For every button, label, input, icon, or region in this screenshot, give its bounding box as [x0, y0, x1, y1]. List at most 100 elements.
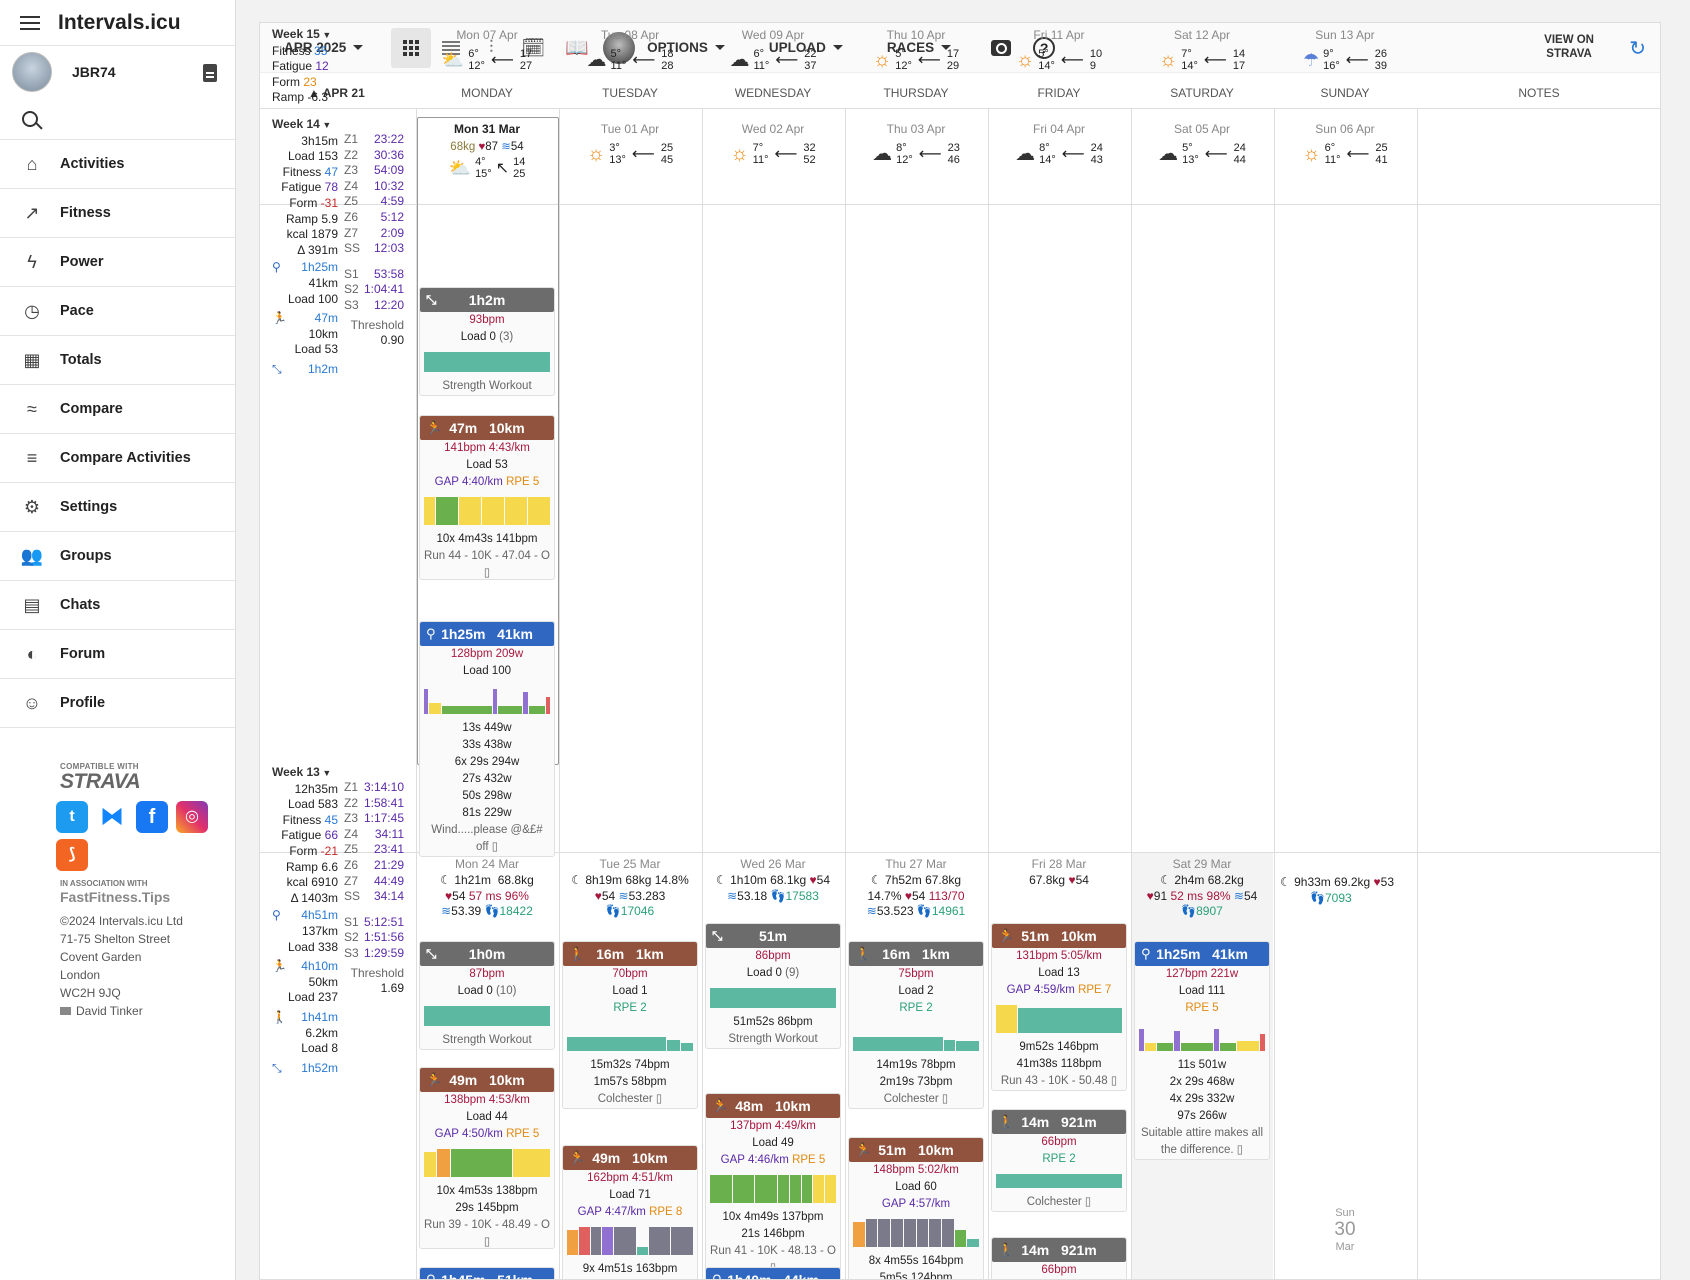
- day-date[interactable]: Sun 06 Apr: [1274, 122, 1416, 136]
- day-date[interactable]: Thu 03 Apr: [845, 122, 987, 136]
- weather-forecast[interactable]: ⛅ 4° 15° ↖ 14 25: [416, 156, 558, 180]
- activity-chart[interactable]: [567, 1023, 694, 1051]
- day-date[interactable]: Sat 29 Mar: [1131, 857, 1273, 871]
- activity-header[interactable]: 🏃 49m 10km: [420, 1068, 554, 1092]
- activity-header[interactable]: ⚲ 1h40m 44km: [706, 1268, 840, 1279]
- menu-icon[interactable]: [20, 15, 40, 30]
- activity-card[interactable]: 🏃 49m 10km 138bpm 4:53/km Load 44 GAP 4:50/k…: [419, 1067, 555, 1249]
- wellness-row[interactable]: ☾ 7h52m 67.8kg 14.7% ♥54 113/70 ≋53.523 👣1…: [845, 873, 987, 920]
- activity-card[interactable]: 🏃 47m 10km 141bpm 4:43/km Load 53 GAP 4:40/k…: [419, 415, 555, 580]
- activity-chart[interactable]: [424, 686, 551, 714]
- strava-logo[interactable]: STRAVA: [60, 771, 235, 793]
- day-date[interactable]: Mon 31 Mar: [416, 122, 558, 136]
- activity-header[interactable]: ⤡ 1h0m: [420, 942, 554, 966]
- activity-chart[interactable]: [424, 1149, 550, 1177]
- activity-card[interactable]: 🚶 16m 1km 75bpm Load 2 RPE 2 14m19s 78bpm 2m19…: [848, 941, 984, 1109]
- nav-item-chats[interactable]: ▤ Chats: [0, 581, 235, 630]
- map-icon[interactable]: ▯: [1237, 1144, 1243, 1156]
- activity-header[interactable]: 🚶 16m 1km: [849, 942, 983, 966]
- activity-header[interactable]: 🏃 51m 10km: [992, 924, 1126, 948]
- weather-forecast[interactable]: ☁ 8° 12° ⟵ 23 46: [845, 142, 987, 166]
- activity-chart[interactable]: [710, 988, 836, 1008]
- weather-forecast[interactable]: ☼ 6° 11° ⟵ 25 41: [1274, 142, 1416, 166]
- week-title[interactable]: Week 15 ▼: [272, 27, 412, 44]
- wellness-row[interactable]: ☾ 9h33m 69.2kg ♥53 👣7093: [1274, 875, 1416, 906]
- activity-chart[interactable]: [1139, 1023, 1265, 1051]
- nav-item-pace[interactable]: ◷ Pace: [0, 287, 235, 336]
- ride-total[interactable]: ⚲ 1h25m: [272, 260, 338, 276]
- activity-chart[interactable]: [424, 497, 550, 525]
- weather-forecast[interactable]: ☼ 7° 11° ⟵ 32 52: [702, 142, 844, 166]
- day-date[interactable]: Sat 12 Apr: [1131, 28, 1273, 42]
- activity-header[interactable]: 🏃 48m 10km: [706, 1094, 840, 1118]
- activity-card[interactable]: 🏃 51m 10km 148bpm 5:02/km Load 60 GAP 4:57/k…: [848, 1137, 984, 1279]
- activity-chart[interactable]: [424, 1006, 550, 1026]
- weather-forecast[interactable]: ☼ 3° 13° ⟵ 25 45: [559, 142, 701, 166]
- weather-forecast[interactable]: ☁ 5° 13° ⟵ 24 44: [1131, 142, 1273, 166]
- wellness-row[interactable]: ☾ 1h10m 68.1kg ♥54 ≋53.18 👣17583: [702, 873, 844, 904]
- weather-forecast[interactable]: ☼ 5° 12° ⟵ 17 29: [845, 48, 987, 72]
- bluesky-icon[interactable]: ⧓: [96, 801, 128, 833]
- map-icon[interactable]: ▯: [420, 565, 554, 579]
- day-date[interactable]: Fri 04 Apr: [988, 122, 1130, 136]
- day-date[interactable]: Tue 25 Mar: [559, 857, 701, 871]
- activity-card[interactable]: 🏃 51m 10km 131bpm 5:05/km Load 13 GAP 4:59/k…: [991, 923, 1127, 1091]
- map-icon[interactable]: ▯: [656, 1093, 662, 1105]
- weather-forecast[interactable]: ☁ 5° 11° ⟵ 18 28: [559, 48, 701, 72]
- nav-item-compare-activities[interactable]: ≡ Compare Activities: [0, 434, 235, 483]
- day-date[interactable]: Thu 10 Apr: [845, 28, 987, 42]
- day-date[interactable]: Fri 11 Apr: [988, 28, 1130, 42]
- strength-total[interactable]: ⤡ 1h52m: [272, 1061, 338, 1077]
- user-row[interactable]: JBR74: [0, 46, 235, 98]
- day-date[interactable]: Wed 09 Apr: [702, 28, 844, 42]
- current-date-marker[interactable]: Sun 30 Mar: [1274, 1207, 1416, 1253]
- nav-item-profile[interactable]: ☺ Profile: [0, 679, 235, 728]
- wellness-row[interactable]: ☾ 1h21m 68.8kg ♥54 57 ms 96% ≋53.39 👣18422: [416, 873, 558, 920]
- activity-card[interactable]: ⚲ 1h40m 44km: [705, 1267, 841, 1279]
- twitter-icon[interactable]: t: [56, 801, 88, 833]
- week-title[interactable]: Week 14 ▼: [272, 117, 338, 134]
- activity-card[interactable]: 🏃 48m 10km 137bpm 4:49/km Load 49 GAP 4:46/k…: [705, 1093, 841, 1275]
- week-title[interactable]: Week 13 ▼: [272, 765, 338, 782]
- map-icon[interactable]: ▯: [1111, 1075, 1117, 1087]
- weather-forecast[interactable]: ☁ 8° 14° ⟵ 24 43: [988, 142, 1130, 166]
- day-date[interactable]: Thu 27 Mar: [845, 857, 987, 871]
- day-date[interactable]: Tue 01 Apr: [559, 122, 701, 136]
- weather-forecast[interactable]: ☼ 5° 14° ⟵ 10 9: [988, 48, 1130, 72]
- ride-total[interactable]: ⚲ 4h51m: [272, 908, 338, 924]
- nav-item-power[interactable]: ϟ Power: [0, 238, 235, 287]
- activity-header[interactable]: 🏃 51m 10km: [849, 1138, 983, 1162]
- nav-item-groups[interactable]: 👥 Groups: [0, 532, 235, 581]
- activity-card[interactable]: 🚶14m 921m66bpmRPE 2: [991, 1237, 1127, 1279]
- activity-chart[interactable]: [853, 1023, 979, 1051]
- map-icon[interactable]: ▯: [492, 841, 498, 853]
- activity-card[interactable]: ⚲ 1h45m 51km: [419, 1267, 555, 1279]
- nav-item-settings[interactable]: ⚙ Settings: [0, 483, 235, 532]
- activity-header[interactable]: ⤡ 51m: [706, 924, 840, 948]
- weather-forecast[interactable]: ☁ 6° 11° ⟵ 22 37: [702, 48, 844, 72]
- activity-chart[interactable]: [853, 1219, 980, 1247]
- activity-header[interactable]: 🏃 47m 10km: [420, 416, 554, 440]
- activity-header[interactable]: ⚲ 1h25m 41km: [1135, 942, 1269, 966]
- mail-icon[interactable]: [60, 1007, 71, 1015]
- wellness-row[interactable]: 68kg ♥87 ≋54: [416, 139, 558, 153]
- activity-header[interactable]: 🚶 14m 921m: [992, 1110, 1126, 1134]
- map-icon[interactable]: ▯: [942, 1093, 948, 1105]
- nav-item-totals[interactable]: ▦ Totals: [0, 336, 235, 385]
- wellness-row[interactable]: 67.8kg ♥54: [988, 873, 1130, 889]
- activity-header[interactable]: 🏃 49m 10km: [563, 1146, 697, 1170]
- activity-header[interactable]: ⚲ 1h45m 51km: [420, 1268, 554, 1279]
- activity-chart[interactable]: [996, 1174, 1122, 1188]
- wellness-row[interactable]: ☾ 2h4m 68.2kg ♥91 52 ms 98% ≋54 👣8907: [1131, 873, 1273, 920]
- view-on-strava-link[interactable]: VIEW ON STRAVA: [1544, 33, 1594, 61]
- run-total[interactable]: 🏃 4h10m: [272, 959, 338, 975]
- map-icon[interactable]: ▯: [420, 1234, 554, 1248]
- activity-chart[interactable]: [996, 1005, 1122, 1033]
- weather-forecast[interactable]: ☼ 7° 14° ⟵ 14 17: [1131, 48, 1273, 72]
- activity-header[interactable]: 🚶 14m 921m: [992, 1238, 1126, 1262]
- map-icon[interactable]: ▯: [1085, 1196, 1091, 1208]
- activity-chart[interactable]: [710, 1175, 836, 1203]
- day-date[interactable]: Mon 24 Mar: [416, 857, 558, 871]
- search-icon[interactable]: [22, 110, 38, 127]
- fastfitness-link[interactable]: FastFitness.Tips: [60, 888, 235, 906]
